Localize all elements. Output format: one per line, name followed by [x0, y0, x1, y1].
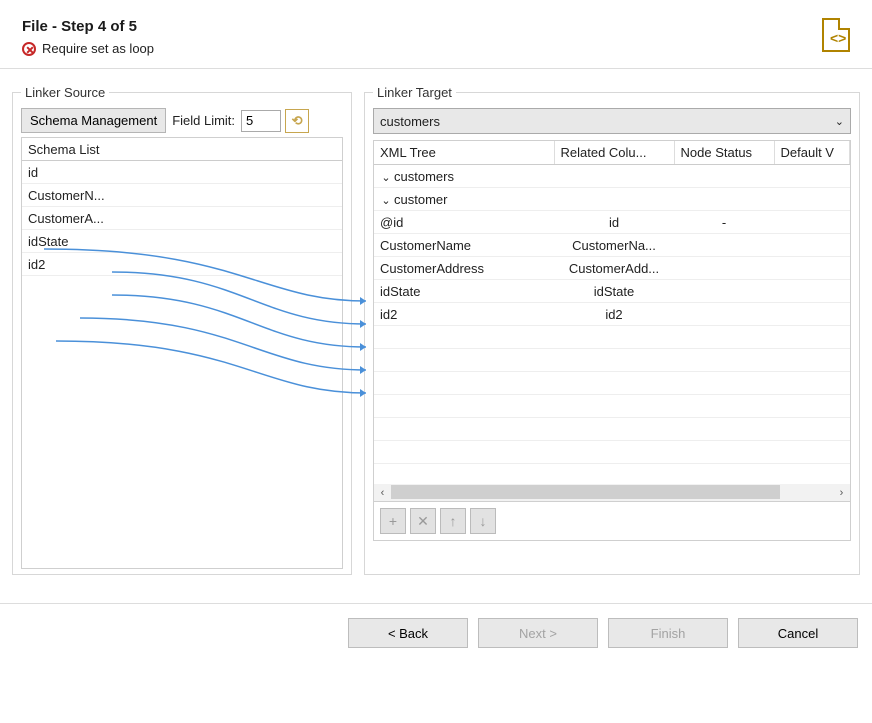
- table-row: [374, 349, 850, 372]
- node-status-cell: [674, 303, 774, 326]
- node-status-cell: [674, 257, 774, 280]
- table-row[interactable]: CustomerAddressCustomerAdd...: [374, 257, 850, 280]
- move-up-button[interactable]: ↑: [440, 508, 466, 534]
- default-value-cell: [774, 257, 850, 280]
- xml-tree-cell: ⌄customer: [374, 188, 554, 211]
- next-button[interactable]: Next >: [478, 618, 598, 648]
- table-row: [374, 395, 850, 418]
- xml-tree-cell: @id: [374, 211, 554, 234]
- linker-source-legend: Linker Source: [21, 85, 109, 100]
- error-message: Require set as loop: [22, 41, 154, 56]
- tree-toolbar: + ✕ ↑ ↓: [373, 502, 851, 541]
- table-row[interactable]: ⌄customers: [374, 165, 850, 188]
- file-icon: <>: [822, 18, 850, 52]
- node-status-cell: [674, 280, 774, 303]
- node-status-cell: -: [674, 211, 774, 234]
- xml-tree-cell: ⌄customers: [374, 165, 554, 188]
- related-column-cell: id2: [554, 303, 674, 326]
- xml-tree-table-box: XML Tree Related Colu... Node Status Def…: [373, 140, 851, 502]
- table-row[interactable]: id2id2: [374, 303, 850, 326]
- schema-list-item[interactable]: CustomerN...: [22, 184, 342, 207]
- col-xml-tree[interactable]: XML Tree: [374, 141, 554, 165]
- xml-tree-cell: idState: [374, 280, 554, 303]
- table-row: [374, 441, 850, 464]
- xml-tree-header-row: XML Tree Related Colu... Node Status Def…: [374, 141, 850, 165]
- schema-list-item[interactable]: id: [22, 161, 342, 184]
- linker-target-legend: Linker Target: [373, 85, 456, 100]
- default-value-cell: [774, 280, 850, 303]
- related-column-cell: [554, 188, 674, 211]
- related-column-cell: idState: [554, 280, 674, 303]
- back-button[interactable]: < Back: [348, 618, 468, 648]
- default-value-cell: [774, 211, 850, 234]
- table-row[interactable]: @idid-: [374, 211, 850, 234]
- related-column-cell: CustomerNa...: [554, 234, 674, 257]
- related-column-cell: CustomerAdd...: [554, 257, 674, 280]
- schema-list-header: Schema List: [22, 138, 342, 161]
- chevron-down-icon: ⌄: [835, 115, 844, 128]
- table-row: [374, 372, 850, 395]
- table-row: [374, 326, 850, 349]
- linker-target-fieldset: Linker Target customers ⌄ XML Tree Relat…: [364, 85, 860, 575]
- xml-tree-cell: id2: [374, 303, 554, 326]
- field-limit-input[interactable]: [241, 110, 281, 132]
- col-default[interactable]: Default V: [774, 141, 850, 165]
- target-combo[interactable]: customers ⌄: [373, 108, 851, 134]
- node-status-cell: [674, 234, 774, 257]
- wizard-footer: < Back Next > Finish Cancel: [0, 604, 872, 662]
- horizontal-scrollbar[interactable]: ‹ ›: [374, 484, 850, 501]
- scroll-track[interactable]: [391, 484, 833, 501]
- scroll-left-icon[interactable]: ‹: [374, 484, 391, 501]
- xml-tree-cell: CustomerName: [374, 234, 554, 257]
- schema-list-item[interactable]: CustomerA...: [22, 207, 342, 230]
- node-status-cell: [674, 188, 774, 211]
- table-row[interactable]: idStateidState: [374, 280, 850, 303]
- target-combo-value: customers: [380, 114, 440, 129]
- source-controls: Schema Management Field Limit: ⟲: [21, 108, 343, 133]
- xml-tree-table: XML Tree Related Colu... Node Status Def…: [374, 141, 850, 487]
- table-row[interactable]: ⌄customer: [374, 188, 850, 211]
- schema-list-item[interactable]: idState: [22, 230, 342, 253]
- main-panel: Linker Source Schema Management Field Li…: [0, 69, 872, 585]
- table-row: [374, 418, 850, 441]
- move-down-button[interactable]: ↓: [470, 508, 496, 534]
- scroll-right-icon[interactable]: ›: [833, 484, 850, 501]
- cancel-button[interactable]: Cancel: [738, 618, 858, 648]
- expand-icon[interactable]: ⌄: [380, 171, 392, 184]
- expand-icon[interactable]: ⌄: [380, 194, 392, 207]
- default-value-cell: [774, 234, 850, 257]
- col-node-status[interactable]: Node Status: [674, 141, 774, 165]
- schema-list-item[interactable]: id2: [22, 253, 342, 276]
- table-row[interactable]: CustomerNameCustomerNa...: [374, 234, 850, 257]
- field-limit-label: Field Limit:: [170, 113, 237, 128]
- related-column-cell: [554, 165, 674, 188]
- finish-button[interactable]: Finish: [608, 618, 728, 648]
- scroll-thumb[interactable]: [391, 485, 780, 499]
- error-icon: [22, 42, 36, 56]
- remove-node-button[interactable]: ✕: [410, 508, 436, 534]
- linker-source-fieldset: Linker Source Schema Management Field Li…: [12, 85, 352, 575]
- default-value-cell: [774, 303, 850, 326]
- related-column-cell: id: [554, 211, 674, 234]
- schema-list: Schema List id CustomerN... CustomerA...…: [21, 137, 343, 569]
- error-message-text: Require set as loop: [42, 41, 154, 56]
- default-value-cell: [774, 188, 850, 211]
- xml-tree-cell: CustomerAddress: [374, 257, 554, 280]
- refresh-button[interactable]: ⟲: [285, 109, 309, 133]
- wizard-header: File - Step 4 of 5 Require set as loop <…: [0, 0, 872, 68]
- col-related[interactable]: Related Colu...: [554, 141, 674, 165]
- add-node-button[interactable]: +: [380, 508, 406, 534]
- wizard-title: File - Step 4 of 5: [22, 18, 154, 35]
- default-value-cell: [774, 165, 850, 188]
- schema-management-button[interactable]: Schema Management: [21, 108, 166, 133]
- node-status-cell: [674, 165, 774, 188]
